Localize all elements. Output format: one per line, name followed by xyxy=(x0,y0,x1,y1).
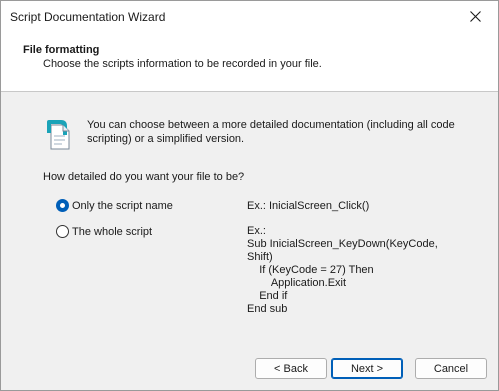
wizard-header: File formatting Choose the scripts infor… xyxy=(1,32,498,92)
back-button[interactable]: < Back xyxy=(255,358,327,379)
radio-whole-script[interactable]: The whole script xyxy=(56,225,152,238)
info-text: You can choose between a more detailed d… xyxy=(87,119,455,145)
radio-label: Only the script name xyxy=(72,199,173,212)
next-button[interactable]: Next > xyxy=(331,358,403,379)
question-label: How detailed do you want your file to be… xyxy=(43,171,245,183)
close-icon xyxy=(469,11,481,22)
wizard-window: Script Documentation Wizard File formatt… xyxy=(0,0,499,391)
radio-label: The whole script xyxy=(72,225,153,238)
cancel-button[interactable]: Cancel xyxy=(415,358,487,379)
document-icon xyxy=(47,120,70,150)
example-only-script-name: Ex.: InicialScreen_Click() xyxy=(247,200,370,212)
example-whole-script: Ex.: Sub InicialScreen_KeyDown(KeyCode, … xyxy=(247,225,438,315)
radio-button-checked[interactable] xyxy=(56,199,69,212)
radio-button[interactable] xyxy=(56,225,69,238)
page-title: File formatting xyxy=(23,44,100,56)
close-button[interactable] xyxy=(452,1,498,32)
radio-only-script-name[interactable]: Only the script name xyxy=(56,199,173,212)
page-subtitle: Choose the scripts information to be rec… xyxy=(43,58,322,70)
title-bar: Script Documentation Wizard xyxy=(1,1,498,32)
window-title: Script Documentation Wizard xyxy=(10,10,166,24)
